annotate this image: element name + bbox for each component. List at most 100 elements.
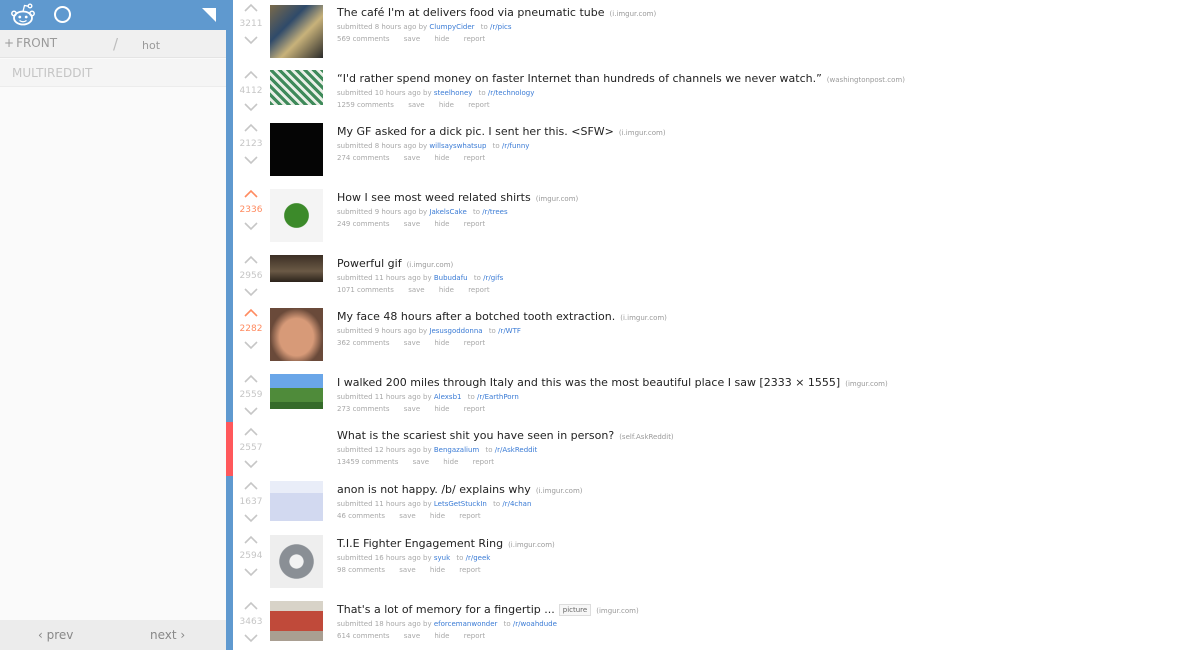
subreddit-link[interactable]: /r/4chan <box>502 500 531 508</box>
author-link[interactable]: syuk <box>434 554 450 562</box>
downvote-arrow-icon[interactable] <box>244 341 258 350</box>
hide-button[interactable]: hide <box>439 286 454 294</box>
subreddit-link[interactable]: /r/technology <box>488 89 534 97</box>
downvote-arrow-icon[interactable] <box>244 568 258 577</box>
author-link[interactable]: Bubudafu <box>434 274 468 282</box>
downvote-arrow-icon[interactable] <box>244 222 258 231</box>
author-link[interactable]: Bengazalium <box>434 446 479 454</box>
post-domain[interactable]: (washingtonpost.com) <box>827 76 905 84</box>
upvote-arrow-icon[interactable] <box>244 123 258 132</box>
save-button[interactable]: save <box>399 512 415 520</box>
save-button[interactable]: save <box>404 405 420 413</box>
comments-link[interactable]: 569 comments <box>337 35 390 43</box>
comments-link[interactable]: 46 comments <box>337 512 385 520</box>
prev-button[interactable]: ‹ prev <box>38 628 73 642</box>
author-link[interactable]: JakelsCake <box>429 208 466 216</box>
post-title[interactable]: The café I'm at delivers food via pneuma… <box>337 6 605 19</box>
thumbnail[interactable] <box>270 70 323 105</box>
post-title[interactable]: T.I.E Fighter Engagement Ring <box>337 537 503 550</box>
comments-link[interactable]: 273 comments <box>337 405 390 413</box>
hide-button[interactable]: hide <box>434 405 449 413</box>
hide-button[interactable]: hide <box>434 632 449 640</box>
author-link[interactable]: steelhoney <box>434 89 473 97</box>
post-title[interactable]: My face 48 hours after a botched tooth e… <box>337 310 615 323</box>
post-domain[interactable]: (i.imgur.com) <box>620 314 667 322</box>
upvote-arrow-icon[interactable] <box>244 374 258 383</box>
thumbnail[interactable] <box>270 481 323 521</box>
author-link[interactable]: LetsGetStuckIn <box>434 500 487 508</box>
downvote-arrow-icon[interactable] <box>244 460 258 469</box>
report-button[interactable]: report <box>464 339 485 347</box>
post-title[interactable]: Powerful gif <box>337 257 402 270</box>
hide-button[interactable]: hide <box>430 566 445 574</box>
upvote-arrow-icon[interactable] <box>244 3 258 12</box>
subreddit-link[interactable]: /r/gifs <box>483 274 503 282</box>
thumbnail[interactable] <box>270 189 323 242</box>
subreddit-link[interactable]: /r/AskReddit <box>495 446 538 454</box>
upvote-arrow-icon[interactable] <box>244 255 258 264</box>
report-button[interactable]: report <box>459 566 480 574</box>
subreddit-link[interactable]: /r/trees <box>482 208 507 216</box>
save-button[interactable]: save <box>404 220 420 228</box>
save-button[interactable]: save <box>404 632 420 640</box>
subreddit-link[interactable]: /r/EarthPorn <box>477 393 519 401</box>
comments-link[interactable]: 249 comments <box>337 220 390 228</box>
thumbnail[interactable] <box>270 123 323 176</box>
downvote-arrow-icon[interactable] <box>244 407 258 416</box>
report-button[interactable]: report <box>464 220 485 228</box>
post-domain[interactable]: (i.imgur.com) <box>508 541 555 549</box>
report-button[interactable]: report <box>468 101 489 109</box>
hide-button[interactable]: hide <box>434 154 449 162</box>
hide-button[interactable]: hide <box>434 220 449 228</box>
comments-link[interactable]: 98 comments <box>337 566 385 574</box>
save-button[interactable]: save <box>399 566 415 574</box>
subreddit-link[interactable]: /r/woahdude <box>513 620 557 628</box>
upvote-arrow-icon[interactable] <box>244 535 258 544</box>
upvote-arrow-icon[interactable] <box>244 308 258 317</box>
thumbnail[interactable] <box>270 601 323 641</box>
circle-icon[interactable] <box>54 6 71 23</box>
report-button[interactable]: report <box>464 632 485 640</box>
save-button[interactable]: save <box>408 101 424 109</box>
downvote-arrow-icon[interactable] <box>244 103 258 112</box>
save-button[interactable]: save <box>404 35 420 43</box>
subreddit-link[interactable]: /r/pics <box>490 23 511 31</box>
hide-button[interactable]: hide <box>443 458 458 466</box>
hide-button[interactable]: hide <box>439 101 454 109</box>
upvote-arrow-icon[interactable] <box>244 601 258 610</box>
comments-link[interactable]: 614 comments <box>337 632 390 640</box>
post-title[interactable]: “I'd rather spend money on faster Intern… <box>337 72 822 85</box>
report-button[interactable]: report <box>464 405 485 413</box>
author-link[interactable]: willsayswhatsup <box>429 142 486 150</box>
post-title[interactable]: That's a lot of memory for a fingertip .… <box>337 603 555 616</box>
post-domain[interactable]: (self.AskReddit) <box>619 433 673 441</box>
post-domain[interactable]: (imgur.com) <box>596 607 639 615</box>
post-domain[interactable]: (imgur.com) <box>536 195 579 203</box>
subreddit-link[interactable]: /r/funny <box>502 142 530 150</box>
comments-link[interactable]: 1259 comments <box>337 101 394 109</box>
comments-link[interactable]: 274 comments <box>337 154 390 162</box>
author-link[interactable]: eforcemanwonder <box>434 620 498 628</box>
post-title[interactable]: anon is not happy. /b/ explains why <box>337 483 531 496</box>
report-button[interactable]: report <box>468 286 489 294</box>
downvote-arrow-icon[interactable] <box>244 634 258 643</box>
front-button[interactable]: + FRONT <box>4 36 57 50</box>
author-link[interactable]: Jesusgoddonna <box>429 327 482 335</box>
thumbnail[interactable] <box>270 427 323 470</box>
sort-selector[interactable]: hot <box>142 39 160 52</box>
downvote-arrow-icon[interactable] <box>244 36 258 45</box>
thumbnail[interactable] <box>270 255 323 282</box>
hide-button[interactable]: hide <box>434 35 449 43</box>
post-domain[interactable]: (i.imgur.com) <box>407 261 454 269</box>
upvote-arrow-icon[interactable] <box>244 427 258 436</box>
thumbnail[interactable] <box>270 308 323 361</box>
reddit-alien-icon[interactable] <box>10 3 36 27</box>
comments-link[interactable]: 1071 comments <box>337 286 394 294</box>
thumbnail[interactable] <box>270 5 323 58</box>
downvote-arrow-icon[interactable] <box>244 288 258 297</box>
upvote-arrow-icon[interactable] <box>244 481 258 490</box>
save-button[interactable]: save <box>413 458 429 466</box>
report-button[interactable]: report <box>464 35 485 43</box>
upvote-arrow-icon[interactable] <box>244 70 258 79</box>
report-button[interactable]: report <box>473 458 494 466</box>
